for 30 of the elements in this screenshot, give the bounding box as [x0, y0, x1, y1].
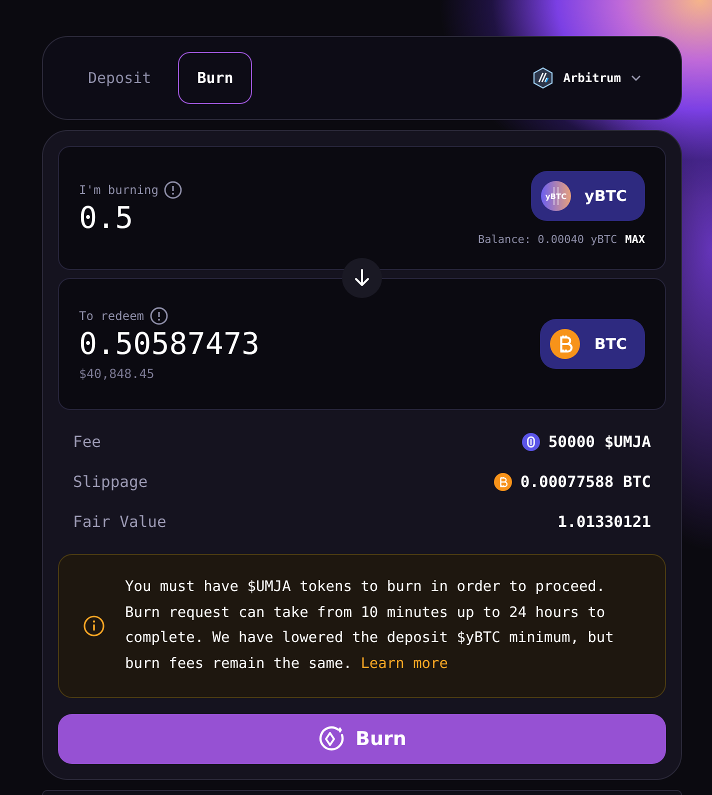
detail-value: 0.00077588 BTC [520, 473, 651, 491]
detail-value: 50000 $UMJA [548, 433, 651, 451]
detail-value: 1.01330121 [558, 513, 651, 531]
learn-more-link[interactable]: Learn more [360, 656, 448, 672]
detail-label: Fair Value [73, 513, 166, 531]
chevron-down-icon [631, 75, 641, 81]
usd-value: $40,848.45 [79, 366, 156, 381]
max-button[interactable]: MAX [625, 232, 645, 246]
balance-text: Balance: 0.00040 yBTC [478, 232, 618, 246]
bitcoin-icon [550, 329, 580, 359]
info-icon[interactable] [164, 180, 182, 198]
network-selector[interactable]: Arbitrum [533, 67, 641, 89]
bitcoin-icon [494, 473, 512, 491]
sparkle-icon [318, 725, 346, 753]
tab[interactable]: Deposit [69, 52, 170, 104]
amount-value: 0.50587473 [79, 327, 261, 362]
amount-field[interactable]: 0.5 [79, 200, 279, 236]
tab[interactable]: Burn [178, 52, 252, 104]
arrow-down-icon [354, 269, 370, 287]
field-label: I'm burning [79, 182, 158, 196]
notice-text: You must have $UMJA tokens to burn in order to proceed. Burn request can take from 10 minutes up to 24 hours to complete. We have lowered the deposit $yBTC minimum, but burn fees remain the same. Learn more [125, 578, 615, 674]
token-icon [522, 433, 540, 451]
burn-button[interactable]: Burn [58, 714, 666, 764]
network-icon [533, 67, 554, 89]
detail-label: Fee [73, 433, 101, 451]
info-icon[interactable] [150, 307, 168, 325]
detail-label: Slippage [73, 473, 148, 491]
token-selector[interactable]: BTC [540, 319, 645, 369]
field-label: To redeem [79, 309, 144, 323]
info-icon [83, 615, 105, 637]
